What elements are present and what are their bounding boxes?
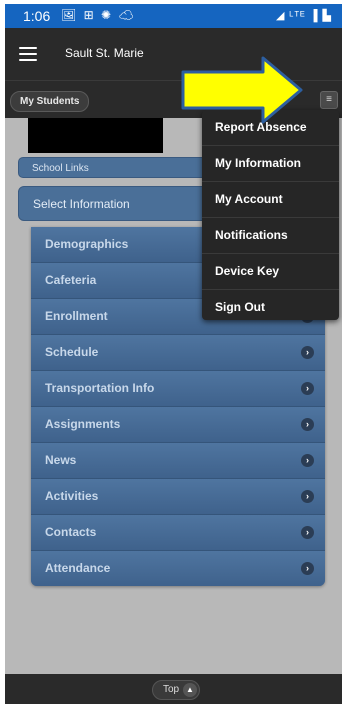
chevron-right-icon: › — [301, 490, 314, 503]
info-item-label: Cafeteria — [45, 273, 97, 287]
info-item-label: News — [45, 453, 77, 467]
status-bar: 1:06 🖼 ⊞ ✺ ☁ ◢ ᴸᵀᴱ ▐ ▙ — [5, 4, 342, 28]
info-item-label: Enrollment — [45, 309, 108, 323]
info-item-label: Contacts — [45, 525, 97, 539]
menu-item-my-account[interactable]: My Account — [202, 182, 339, 218]
info-item-activities[interactable]: Activities › — [31, 479, 325, 515]
info-item-schedule[interactable]: Schedule › — [31, 335, 325, 371]
chevron-up-icon: ▲ — [183, 683, 197, 697]
info-item-label: Demographics — [45, 237, 129, 251]
chevron-right-icon: › — [301, 562, 314, 575]
hamburger-menu-icon[interactable] — [19, 47, 37, 61]
menu-item-device-key[interactable]: Device Key — [202, 254, 339, 290]
top-label: Top — [163, 684, 180, 695]
info-item-assignments[interactable]: Assignments › — [31, 407, 325, 443]
options-dropdown-menu: Report Absence My Information My Account… — [202, 110, 339, 320]
menu-item-my-information[interactable]: My Information — [202, 146, 339, 182]
info-item-attendance[interactable]: Attendance › — [31, 551, 325, 586]
yellow-arrow-annotation-icon — [181, 56, 303, 124]
bottom-bar: Top ▲ — [5, 674, 342, 704]
menu-item-notifications[interactable]: Notifications — [202, 218, 339, 254]
notification-icons: 🖼 ⊞ ✺ ☁ — [61, 8, 136, 22]
info-item-label: Schedule — [45, 345, 99, 359]
chevron-right-icon: › — [301, 382, 314, 395]
phone-screen: 1:06 🖼 ⊞ ✺ ☁ ◢ ᴸᵀᴱ ▐ ▙ Sault St. Marie M… — [5, 4, 342, 704]
info-item-label: Transportation Info — [45, 381, 155, 395]
my-students-button[interactable]: My Students — [10, 91, 90, 112]
chevron-right-icon: › — [301, 526, 314, 539]
chevron-right-icon: › — [301, 418, 314, 431]
menu-item-sign-out[interactable]: Sign Out — [202, 290, 339, 320]
system-icons: ◢ ᴸᵀᴱ ▐ ▙ — [275, 10, 332, 22]
info-item-label: Attendance — [45, 561, 111, 575]
info-item-transportation[interactable]: Transportation Info › — [31, 371, 325, 407]
info-item-news[interactable]: News › — [31, 443, 325, 479]
chevron-right-icon: › — [301, 454, 314, 467]
school-links-button[interactable]: School Links — [18, 157, 218, 178]
district-title: Sault St. Marie — [65, 46, 144, 60]
options-menu-icon[interactable]: ≡ — [320, 91, 338, 109]
status-time: 1:06 — [23, 8, 51, 24]
info-item-label: Activities — [45, 489, 99, 503]
scroll-top-button[interactable]: Top ▲ — [152, 680, 200, 700]
select-information-header[interactable]: Select Information — [18, 186, 218, 221]
redacted-box — [28, 118, 163, 153]
info-item-contacts[interactable]: Contacts › — [31, 515, 325, 551]
chevron-right-icon: › — [301, 346, 314, 359]
info-item-label: Assignments — [45, 417, 121, 431]
